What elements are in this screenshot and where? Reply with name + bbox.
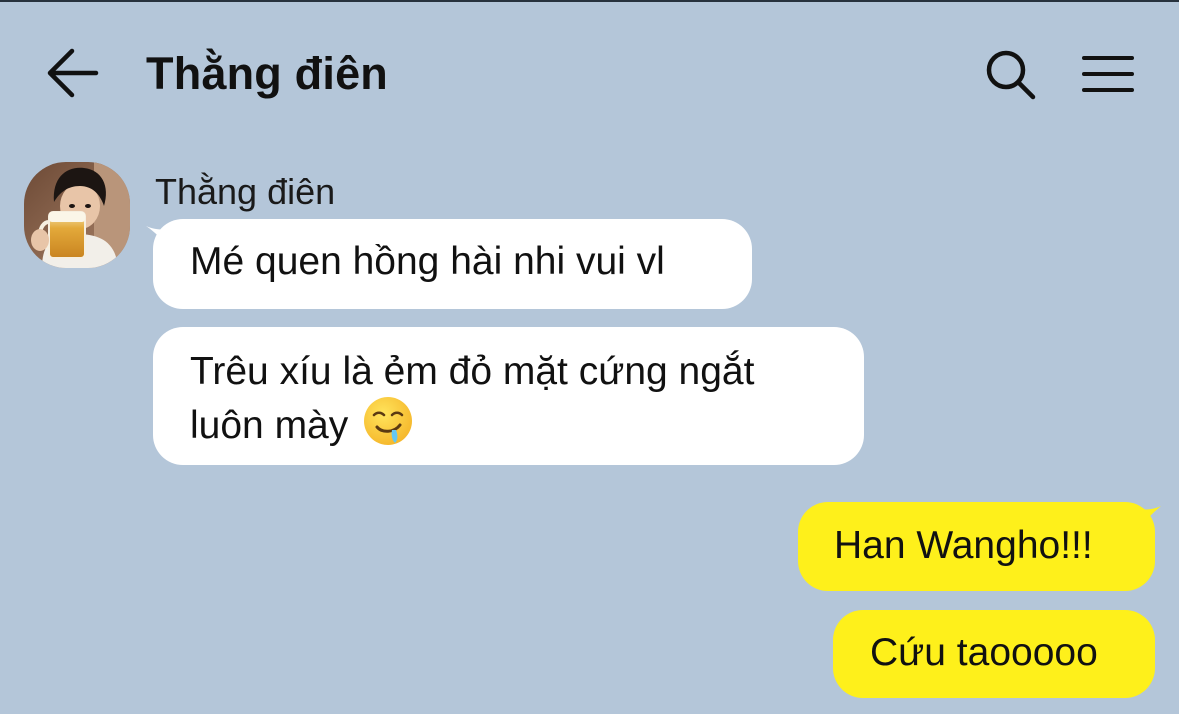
outgoing-message-bubble[interactable]: Cứu taooooo (833, 610, 1155, 698)
message-text: Han Wangho!!! (834, 524, 1093, 567)
back-button[interactable] (40, 44, 104, 102)
search-button[interactable] (980, 44, 1040, 104)
chat-title: Thằng điên (146, 48, 388, 99)
chat-header: Thằng điên (0, 2, 1179, 130)
message-text-line-2: luôn mày (190, 404, 349, 447)
message-text-line-2-wrap: luôn mày (190, 395, 864, 458)
message-text-line-1: Trêu xíu là ẻm đỏ mặt cứng ngắt (190, 350, 755, 393)
arrow-left-icon (47, 48, 99, 98)
sender-name: Thằng điên (155, 171, 336, 212)
drooling-face-emoji-icon (362, 395, 414, 458)
message-text: Cứu taooooo (870, 631, 1098, 674)
outgoing-bubble-tail (1135, 506, 1161, 532)
avatar-photo (24, 162, 130, 268)
incoming-message-bubble[interactable]: Trêu xíu là ẻm đỏ mặt cứng ngắt luôn mày (153, 327, 864, 465)
menu-button[interactable] (1076, 44, 1140, 104)
message-text: Mé quen hồng hài nhi vui vl (190, 240, 665, 283)
incoming-message-bubble[interactable]: Mé quen hồng hài nhi vui vl (153, 219, 752, 309)
search-icon (986, 50, 1036, 100)
sender-avatar[interactable] (24, 162, 130, 268)
outgoing-message-bubble[interactable]: Han Wangho!!! (798, 502, 1155, 591)
hamburger-menu-icon (1082, 56, 1134, 92)
